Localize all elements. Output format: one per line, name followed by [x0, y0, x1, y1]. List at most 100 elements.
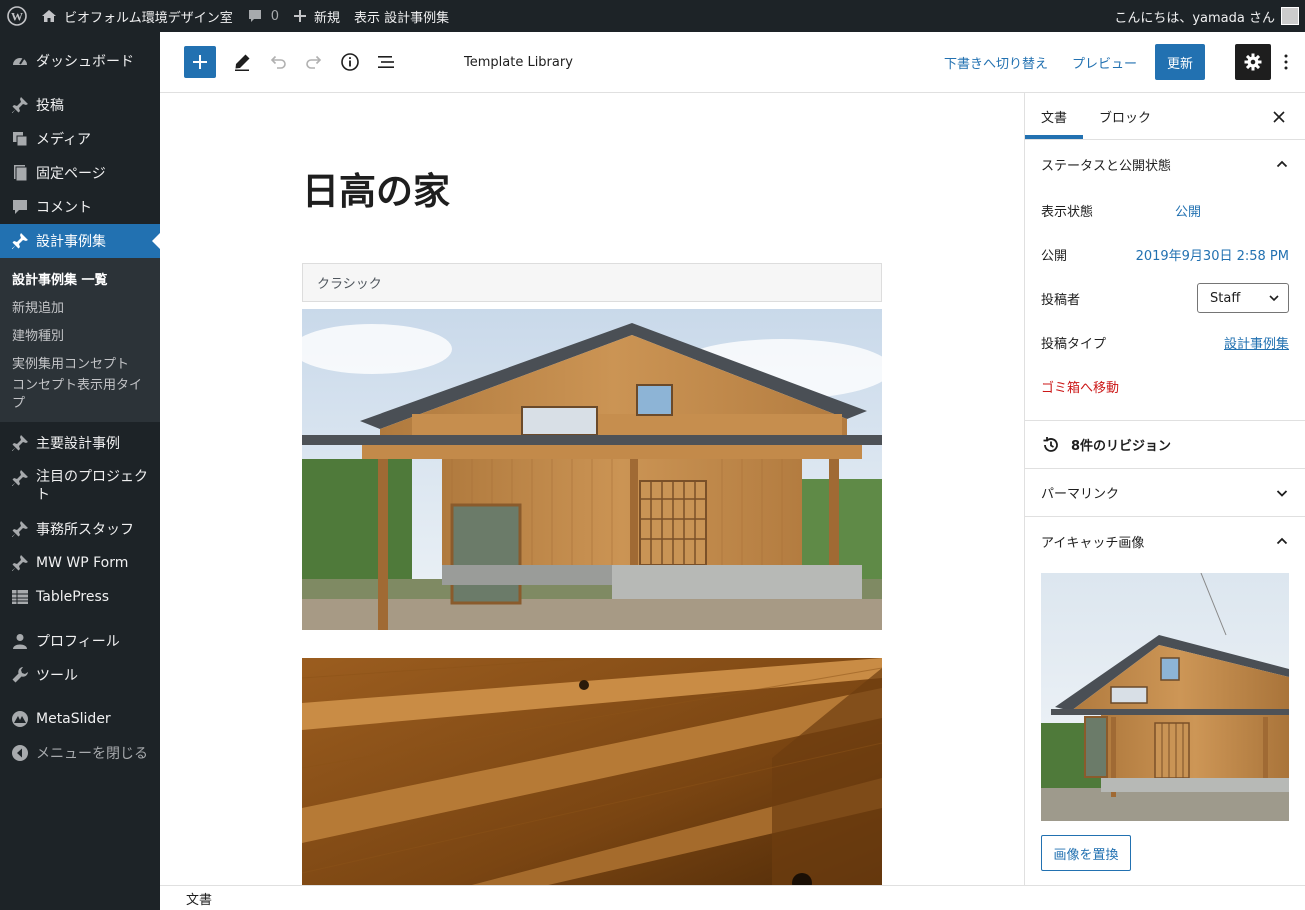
author-select[interactable]: Staff [1197, 283, 1289, 313]
collapse-arrow-icon [10, 743, 30, 763]
menu-label: 主要設計事例 [36, 436, 120, 452]
menu-item-dashboard[interactable]: ダッシュボード [0, 44, 160, 78]
menu-label: コメント [36, 200, 92, 216]
interior-ceiling-photo[interactable] [302, 658, 882, 885]
pages-icon [10, 163, 30, 183]
breadcrumb-document[interactable]: 文書 [186, 889, 212, 908]
switch-to-draft-button[interactable]: 下書きへ切り替え [932, 44, 1060, 80]
add-block-button[interactable] [184, 46, 216, 78]
submenu-item-building-type[interactable]: 建物種別 [0, 320, 160, 348]
classic-block[interactable]: クラシック [302, 263, 882, 302]
wrench-icon [10, 665, 30, 685]
wordpress-logo-icon[interactable]: W [0, 0, 34, 32]
undo-icon [270, 55, 286, 69]
dashboard-gauge-icon [10, 51, 30, 71]
pencil-icon [235, 54, 250, 71]
post-title[interactable]: 日高の家 [302, 161, 450, 215]
info-button[interactable] [332, 44, 368, 80]
revisions-link[interactable]: 8件のリビジョン [1025, 421, 1305, 469]
header-actions: 下書きへ切り替え プレビュー 更新 [932, 44, 1305, 80]
close-icon [1273, 111, 1285, 123]
avatar [1281, 7, 1299, 25]
house-exterior-photo[interactable] [302, 309, 882, 630]
submenu-item-list[interactable]: 設計事例集 一覧 [0, 264, 160, 292]
my-account-link[interactable]: こんにちは、yamada さん [1107, 0, 1305, 32]
settings-button[interactable] [1235, 44, 1271, 80]
new-content-link[interactable]: 新規 [286, 0, 347, 32]
menu-item-mw-wp-form[interactable]: MW WP Form [0, 546, 160, 580]
menu-item-profile[interactable]: プロフィール [0, 624, 160, 658]
publish-label: 公開 [1041, 248, 1068, 264]
media-icon [10, 129, 30, 149]
sidebar-tabs: 文書 ブロック [1025, 93, 1305, 140]
chevron-down-icon [1276, 489, 1288, 497]
menu-item-pages[interactable]: 固定ページ [0, 156, 160, 190]
view-post-link[interactable]: 表示 設計事例集 [347, 0, 456, 32]
more-options-button[interactable] [1271, 44, 1301, 80]
menu-label: MetaSlider [36, 711, 111, 727]
settings-sidebar: 文書 ブロック ステータスと公開状態 表示状態 公開 公開 2019年9月30日… [1024, 93, 1305, 885]
menu-item-tools[interactable]: ツール [0, 658, 160, 692]
view-label: 表示 設計事例集 [354, 10, 450, 26]
menu-label: 設計事例集 [36, 234, 106, 250]
tab-block[interactable]: ブロック [1083, 93, 1167, 139]
info-icon [341, 53, 359, 71]
comments-link[interactable]: 0 [240, 0, 286, 32]
author-select-value: Staff [1210, 290, 1241, 306]
menu-item-staff[interactable]: 事務所スタッフ [0, 512, 160, 546]
submenu-item-concept[interactable]: 実例集用コンセプト [0, 348, 160, 376]
menu-item-major-cases[interactable]: 主要設計事例 [0, 426, 160, 460]
list-view-icon [378, 56, 394, 68]
featured-image-panel-toggle[interactable]: アイキャッチ画像 [1025, 517, 1305, 565]
visibility-label: 表示状態 [1041, 204, 1094, 220]
menu-item-posts[interactable]: 投稿 [0, 88, 160, 122]
replace-image-button[interactable]: 画像を置換 [1041, 835, 1131, 871]
menu-label: ダッシュボード [36, 54, 134, 70]
site-name-link[interactable]: ビオフォルム環境デザイン室 [34, 0, 240, 32]
redo-button[interactable] [296, 44, 332, 80]
preview-button[interactable]: プレビュー [1060, 44, 1149, 80]
metaslider-icon [10, 709, 30, 729]
home-icon [42, 10, 56, 22]
close-sidebar-button[interactable] [1267, 105, 1291, 129]
publish-date-toggle[interactable]: 2019年9月30日 2:58 PM [1136, 245, 1289, 264]
update-button[interactable]: 更新 [1154, 44, 1205, 80]
gear-icon [1244, 53, 1262, 71]
post-type-link[interactable]: 設計事例集 [1224, 333, 1289, 352]
menu-label: プロフィール [36, 634, 120, 650]
menu-label: 事務所スタッフ [36, 522, 134, 538]
author-label: 投稿者 [1041, 292, 1081, 308]
chevron-up-icon [1276, 537, 1288, 545]
move-to-trash-button[interactable]: ゴミ箱へ移動 [1025, 364, 1305, 408]
list-view-button[interactable] [368, 44, 404, 80]
menu-label: メニューを閉じる [36, 746, 148, 762]
featured-image-panel: アイキャッチ画像 画像を置換 [1025, 517, 1305, 871]
permalink-panel-toggle[interactable]: パーマリンク [1025, 469, 1305, 517]
template-library-button[interactable]: Template Library [464, 55, 573, 70]
menu-item-tablepress[interactable]: TablePress [0, 580, 160, 614]
revisions-label: 8件のリビジョン [1071, 439, 1172, 454]
undo-button[interactable] [260, 44, 296, 80]
block-breadcrumb-footer: 文書 [160, 885, 1305, 910]
site-name: ビオフォルム環境デザイン室 [64, 10, 233, 26]
menu-item-cases[interactable]: 設計事例集 [0, 224, 160, 258]
submenu-item-add-new[interactable]: 新規追加 [0, 292, 160, 320]
edit-tool-button[interactable] [224, 44, 260, 80]
visibility-toggle[interactable]: 公開 [1175, 201, 1201, 220]
menu-item-media[interactable]: メディア [0, 122, 160, 156]
pin-icon [10, 519, 30, 539]
menu-item-metaslider[interactable]: MetaSlider [0, 702, 160, 736]
collapse-menu-button[interactable]: メニューを閉じる [0, 736, 160, 770]
editor-toolbar: Template Library 下書きへ切り替え プレビュー 更新 [160, 32, 1305, 93]
featured-image-title: アイキャッチ画像 [1041, 535, 1145, 551]
menu-item-featured-projects[interactable]: 注目のプロジェクト [0, 460, 160, 512]
status-panel-toggle[interactable]: ステータスと公開状態 [1025, 140, 1305, 188]
svg-text:W: W [11, 10, 23, 24]
submenu-item-concept-type[interactable]: コンセプト表示用タイプ [0, 376, 160, 416]
comment-icon [10, 197, 30, 217]
featured-image-preview[interactable] [1041, 573, 1289, 821]
menu-item-comments[interactable]: コメント [0, 190, 160, 224]
history-icon [1043, 436, 1058, 452]
tab-document[interactable]: 文書 [1025, 93, 1083, 139]
menu-label: 固定ページ [36, 166, 106, 182]
